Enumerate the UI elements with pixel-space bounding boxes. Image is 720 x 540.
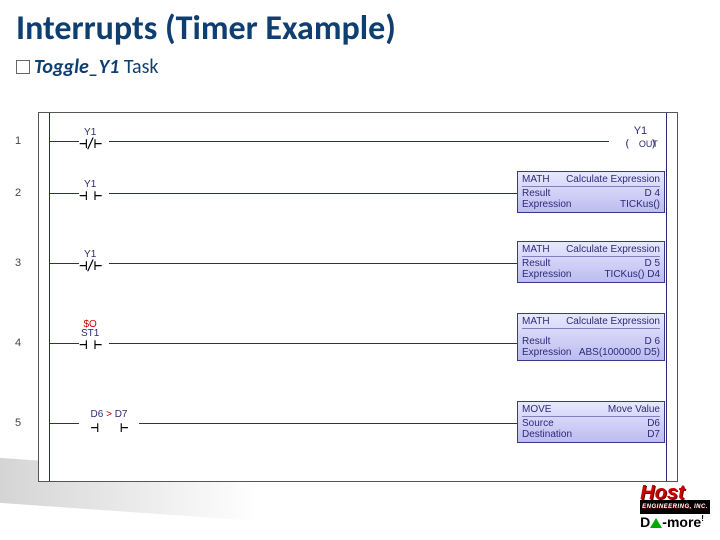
box-value: D 4 (644, 188, 660, 199)
contact-so-st1[interactable]: $O ST1 ⊣ ⊢ (79, 319, 101, 353)
checkbox-icon (16, 60, 30, 74)
wire (49, 343, 79, 344)
box-title: MOVE (522, 404, 551, 415)
contact-nc-y1[interactable]: Y1 ⊣/⊢ (79, 127, 101, 152)
compare-icon: > (106, 409, 112, 420)
wire (109, 263, 519, 264)
no-contact-icon: ⊣ ⊢ (79, 337, 101, 353)
math-box-2[interactable]: MATH Calculate Expression Result D 5 Expre… (517, 241, 665, 283)
triangle-icon (650, 518, 662, 528)
host-eng: ENGINEERING, INC. (640, 500, 710, 514)
task-word: Task (119, 55, 158, 79)
box-field: Expression (522, 199, 571, 210)
right-rail (666, 113, 667, 481)
contact-d7: D7 (115, 409, 128, 420)
box-sub: Move Value (608, 404, 660, 415)
box-field: Result (522, 188, 550, 199)
wire (139, 423, 519, 424)
box-value: ABS(1000000 D5) (579, 347, 660, 358)
ladder-diagram: 1 Y1 ⊣/⊢ Y1 ( ) OUT 2 Y1 ⊣ ⊢ MATHCalcula… (38, 112, 678, 482)
move-box[interactable]: MOVE Move Value Source D6 Destination D7 (517, 401, 665, 443)
box-field: Result (522, 336, 550, 347)
compare-contact[interactable]: D6 > D7 ⊣ ⊢ (79, 409, 139, 436)
rung-number: 2 (15, 187, 21, 199)
rung-number: 3 (15, 257, 21, 269)
wire (109, 343, 519, 344)
wire (49, 141, 79, 142)
box-field: Destination (522, 429, 572, 440)
no-contact-icon: ⊣ ⊢ (79, 188, 101, 204)
output-coil[interactable]: Y1 ( ) OUT (624, 125, 657, 150)
box-sub: Calculate Expression (566, 244, 660, 255)
box-field: Expression (522, 269, 571, 280)
wire (109, 141, 609, 142)
wire (49, 423, 79, 424)
box-value: D7 (647, 429, 660, 440)
math-box[interactable]: MATH Calculate Expression Result D 4 Expre… (517, 171, 665, 213)
task-subtitle: Toggle_Y1 Task (0, 49, 720, 87)
box-value: D6 (647, 418, 660, 429)
nc-contact-icon: ⊣/⊢ (79, 136, 101, 152)
box-field: Result (522, 258, 550, 269)
domore-logo: D-more! (640, 514, 710, 530)
math-box-3[interactable]: MATH Calculate Expression Result D 6 Expre… (517, 313, 665, 361)
task-name: Toggle_Y1 (34, 55, 119, 79)
contact-d6: D6 (91, 409, 104, 420)
page-title: Interrupts (Timer Example) (0, 0, 720, 49)
rung-number: 1 (15, 135, 21, 147)
left-rail (49, 113, 50, 481)
coil-sub: OUT (639, 139, 658, 149)
coil-label: Y1 (634, 125, 647, 137)
box-sub: Calculate Expression (566, 174, 660, 185)
rung-number: 5 (15, 417, 21, 429)
wire (109, 193, 519, 194)
box-field: Expression (522, 347, 571, 358)
box-sub: Calculate Expression (566, 316, 660, 327)
no-contact-icon: ⊣ ⊢ (90, 420, 127, 436)
contact-no-y1[interactable]: Y1 ⊣ ⊢ (79, 179, 101, 204)
rung-number: 4 (15, 337, 21, 349)
logo-area: Host ENGINEERING, INC. D-more! (640, 486, 710, 530)
wire (49, 263, 79, 264)
box-value: TICKus() D4 (604, 269, 660, 280)
box-value: D 6 (644, 336, 660, 347)
box-value: D 5 (644, 258, 660, 269)
host-logo: Host ENGINEERING, INC. (640, 486, 710, 514)
wire (49, 193, 79, 194)
contact-nc-y1-2[interactable]: Y1 ⊣/⊢ (79, 249, 101, 274)
box-title: MATH (522, 174, 550, 185)
box-value: TICKus() (620, 199, 660, 210)
nc-contact-icon: ⊣/⊢ (79, 258, 101, 274)
box-title: MATH (522, 244, 550, 255)
box-title: MATH (522, 316, 550, 327)
box-field: Source (522, 418, 554, 429)
